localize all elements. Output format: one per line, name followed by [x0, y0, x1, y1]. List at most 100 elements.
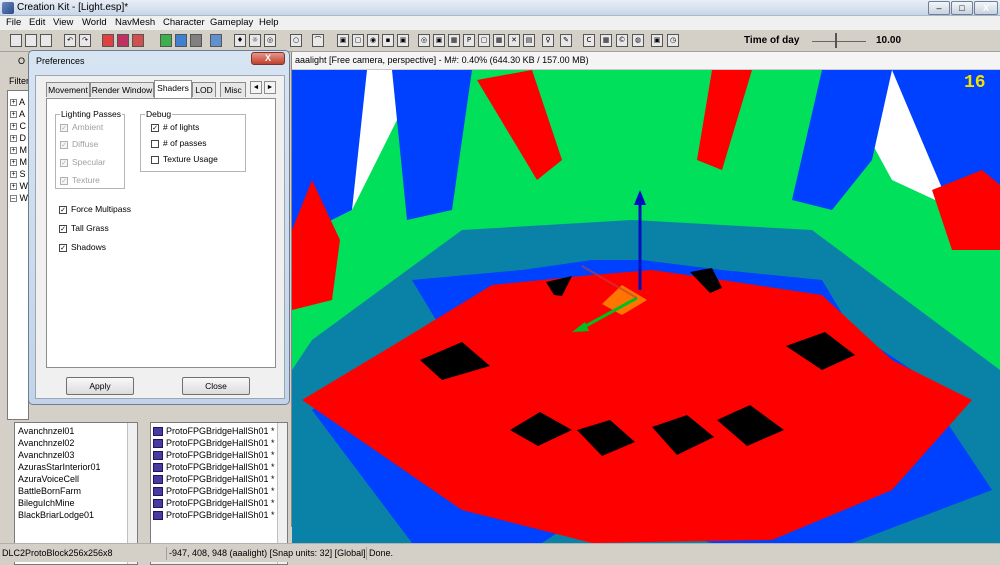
tab-movement[interactable]: Movement — [46, 82, 90, 97]
expand-icon[interactable]: + — [10, 147, 17, 155]
tree-node[interactable]: + A — [10, 97, 25, 107]
object-tree[interactable]: + A + A + C + D + M + M + S + W – W — [7, 90, 29, 420]
menu-character[interactable]: Character — [163, 17, 205, 28]
snap-grid-icon[interactable] — [102, 34, 114, 47]
snap-reference-icon[interactable] — [132, 34, 144, 47]
expand-icon[interactable]: + — [10, 183, 17, 191]
tab-scroll-left-icon[interactable]: ◄ — [250, 81, 262, 94]
minimize-button[interactable]: – — [928, 1, 950, 15]
expand-icon[interactable]: + — [10, 135, 17, 143]
list-item[interactable]: AzurasStarInterior01 — [18, 462, 101, 472]
grid-square-icon[interactable]: ▦ — [448, 34, 460, 47]
time-of-day-slider-thumb[interactable] — [834, 33, 837, 48]
toggle-world-icon[interactable] — [160, 34, 172, 47]
close-dialog-button[interactable]: Close — [182, 377, 250, 395]
tree-node[interactable]: + S — [10, 169, 26, 179]
tall-grass-checkbox[interactable]: ✓ Tall Grass — [59, 223, 109, 233]
tree-node[interactable]: + M — [10, 145, 27, 155]
list-item[interactable]: Avanchnzel02 — [18, 438, 74, 448]
tree-node[interactable]: – W — [10, 193, 28, 203]
apply-button[interactable]: Apply — [66, 377, 134, 395]
globe-icon[interactable]: ◍ — [632, 34, 644, 47]
expand-icon[interactable]: + — [10, 123, 17, 131]
clock-icon[interactable]: ◷ — [667, 34, 679, 47]
list-item[interactable]: ProtoFPGBridgeHallSh01 * — [153, 486, 275, 497]
num-lights-checkbox[interactable]: ✓ # of lights — [151, 122, 199, 132]
cube-stack-icon[interactable]: ▣ — [433, 34, 445, 47]
list-item[interactable]: BlackBriarLodge01 — [18, 510, 94, 520]
grid-icon[interactable] — [210, 34, 222, 47]
render-window[interactable]: aaalight [Free camera, perspective] - M#… — [292, 52, 1000, 543]
list-item[interactable]: ProtoFPGBridgeHallSh01 * — [153, 438, 275, 449]
list-item[interactable]: BileguIchMine — [18, 498, 75, 508]
toggle-water-icon[interactable] — [175, 34, 187, 47]
time-of-day-slider[interactable] — [812, 41, 866, 42]
preferences-icon[interactable] — [40, 34, 52, 47]
menu-help[interactable]: Help — [259, 17, 279, 28]
list-item[interactable]: AzuraVoiceCell — [18, 474, 79, 484]
specular-checkbox[interactable]: ✓ Specular — [60, 157, 106, 167]
redo-icon[interactable]: ↷ — [79, 34, 91, 47]
list-item[interactable]: ProtoFPGBridgeHallSh01 * — [153, 426, 275, 437]
layers-icon[interactable]: ▤ — [523, 34, 535, 47]
undo-icon[interactable]: ↶ — [64, 34, 76, 47]
menu-gameplay[interactable]: Gameplay — [210, 17, 253, 28]
num-passes-checkbox[interactable]: # of passes — [151, 138, 206, 148]
tab-scroll-right-icon[interactable]: ► — [264, 81, 276, 94]
grid-small-icon[interactable]: ▦ — [493, 34, 505, 47]
square-icon[interactable]: ▪ — [382, 34, 394, 47]
paint-icon[interactable]: ✎ — [560, 34, 572, 47]
list-item[interactable]: Avanchnzel03 — [18, 450, 74, 460]
list-item[interactable]: ProtoFPGBridgeHallSh01 * — [153, 462, 275, 473]
expand-icon[interactable]: + — [10, 159, 17, 167]
menu-file[interactable]: File — [6, 17, 21, 28]
tree-node[interactable]: + W — [10, 181, 28, 191]
expand-icon[interactable]: + — [10, 171, 17, 179]
save-icon[interactable] — [25, 34, 37, 47]
box-icon[interactable]: ▣ — [397, 34, 409, 47]
new-icon[interactable] — [10, 34, 22, 47]
tab-lod[interactable]: LOD — [192, 82, 216, 97]
grid-box-icon[interactable]: ▦ — [600, 34, 612, 47]
tab-shaders[interactable]: Shaders — [154, 80, 192, 98]
tree-node[interactable]: + M — [10, 157, 27, 167]
list-item[interactable]: ProtoFPGBridgeHallSh01 * — [153, 510, 275, 521]
list-item[interactable]: ProtoFPGBridgeHallSh01 * — [153, 498, 275, 509]
figure-icon[interactable]: ♀ — [542, 34, 554, 47]
x-square-icon[interactable]: ✕ — [508, 34, 520, 47]
tab-render-window[interactable]: Render Window — [90, 82, 154, 97]
texture-usage-checkbox[interactable]: Texture Usage — [151, 154, 218, 164]
menu-view[interactable]: View — [53, 17, 73, 28]
ambient-checkbox[interactable]: ✓ Ambient — [60, 122, 103, 132]
list-item[interactable]: ProtoFPGBridgeHallSh01 * — [153, 450, 275, 461]
menu-navmesh[interactable]: NavMesh — [115, 17, 155, 28]
snap-angle-icon[interactable] — [117, 34, 129, 47]
menu-edit[interactable]: Edit — [29, 17, 45, 28]
scene-view[interactable] — [292, 70, 1000, 543]
maximize-button[interactable]: □ — [951, 1, 973, 15]
cube-outline-icon[interactable]: ▢ — [352, 34, 364, 47]
expand-icon[interactable]: + — [10, 111, 17, 119]
lighting-mode-icon[interactable]: ◎ — [264, 34, 276, 47]
tab-misc[interactable]: Misc — [220, 82, 246, 97]
list-item[interactable]: BattleBornFarm — [18, 486, 81, 496]
speech-icon[interactable]: ○ — [290, 34, 302, 47]
window-icon[interactable]: ▣ — [651, 34, 663, 47]
toggle-markers-icon[interactable] — [190, 34, 202, 47]
copyright-icon[interactable]: © — [616, 34, 628, 47]
sky-icon[interactable]: ☼ — [249, 34, 261, 47]
menu-world[interactable]: World — [82, 17, 107, 28]
cube-icon[interactable]: ▣ — [337, 34, 349, 47]
preferences-close-button[interactable]: X — [251, 52, 285, 65]
list-item[interactable]: ProtoFPGBridgeHallSh01 * — [153, 474, 275, 485]
close-button[interactable]: X — [974, 1, 998, 15]
chart-icon[interactable]: ⌒ — [312, 34, 324, 47]
p-square-icon[interactable]: P — [463, 34, 475, 47]
collapse-icon[interactable]: – — [10, 195, 17, 203]
expand-icon[interactable]: + — [10, 99, 17, 107]
box-square-icon[interactable]: ▢ — [478, 34, 490, 47]
list-item[interactable]: Avanchnzel01 — [18, 426, 74, 436]
shadows-checkbox[interactable]: ✓ Shadows — [59, 242, 106, 252]
tree-node[interactable]: + A — [10, 109, 25, 119]
c-square-icon[interactable]: C — [583, 34, 595, 47]
